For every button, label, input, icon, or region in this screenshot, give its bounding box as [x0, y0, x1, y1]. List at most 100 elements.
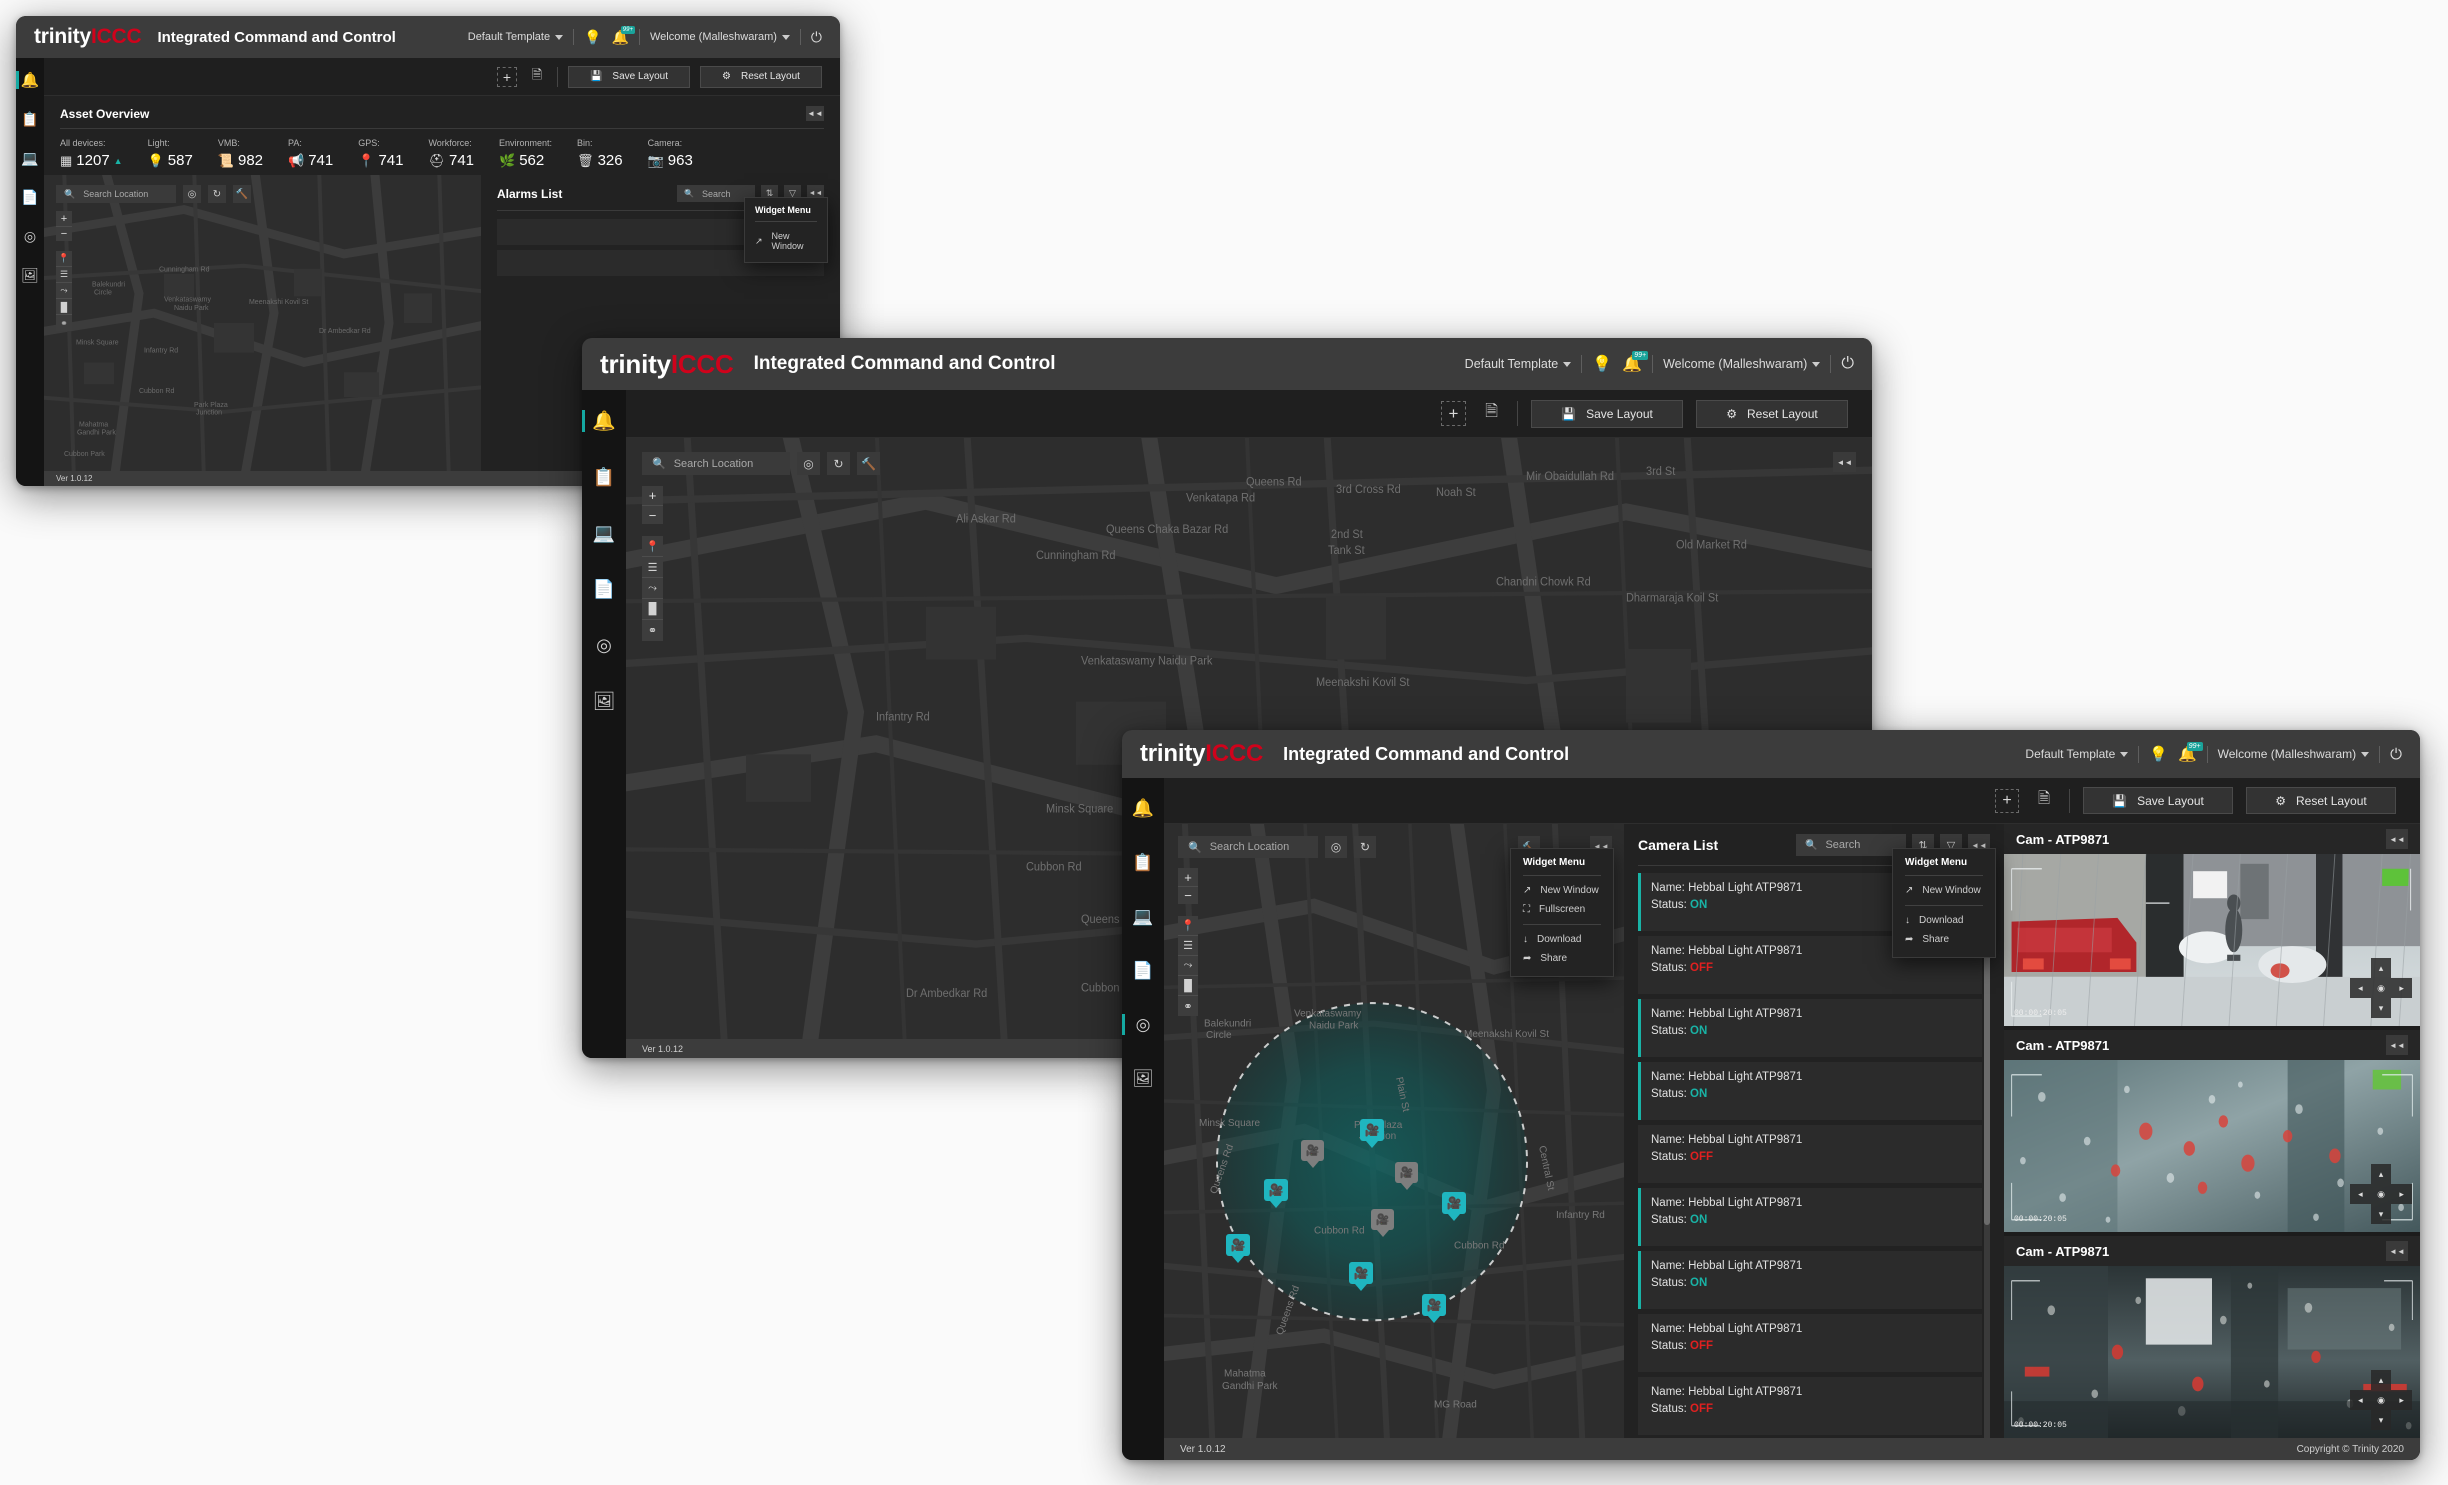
stat-item[interactable]: Light: 💡 587	[148, 138, 193, 169]
search-location-input[interactable]: 🔍 Search Location	[56, 185, 176, 203]
map-tools[interactable]: 📍 ☰ ⤳ █ ⚭	[56, 251, 72, 331]
lightbulb-icon[interactable]: 💡	[1592, 354, 1612, 374]
sidebar-item-gallery[interactable]: 🖼	[582, 686, 626, 716]
menu-item-download[interactable]: ↓ Download	[1893, 911, 1995, 930]
measure-tool-icon[interactable]: 🔨	[233, 185, 251, 203]
camera-feed-panel[interactable]: Cam - ATP9871 ◄◄	[2004, 824, 2420, 1026]
camera-marker[interactable]: 🎥	[1395, 1162, 1418, 1190]
list-item[interactable]: Name: Hebbal Light ATP9871 Status: OFF	[1638, 1125, 1982, 1183]
ptz-right-button[interactable]: ▸	[2391, 1390, 2412, 1410]
barrier-icon[interactable]: █	[1178, 976, 1198, 996]
collapse-icon[interactable]: ◄◄	[806, 106, 824, 121]
ptz-left-button[interactable]: ◂	[2350, 1390, 2371, 1410]
map-widget[interactable]: VenkataswamyNaidu Park Meenakshi Kovil S…	[1164, 824, 1624, 1438]
ptz-center-button[interactable]: ◉	[2371, 1390, 2392, 1410]
barrier-icon[interactable]: █	[56, 299, 72, 315]
geofence-icon[interactable]: ⚭	[642, 620, 663, 641]
menu-item-share[interactable]: ➦ Share	[1893, 930, 1995, 949]
reset-layout-button[interactable]: ⚙ Reset Layout	[2246, 787, 2396, 814]
window-surveillance-front[interactable]: trinityICCC Integrated Command and Contr…	[1122, 730, 2420, 1460]
geofence-icon[interactable]: ⚭	[56, 315, 72, 331]
sidebar-item-reports[interactable]: 📋	[16, 107, 44, 131]
ptz-center-button[interactable]: ◉	[2371, 1184, 2392, 1204]
search-location-input[interactable]: 🔍 Search Location	[642, 452, 790, 475]
map-widget[interactable]: VenkataswamyNaidu Park Meenakshi Kovil S…	[44, 175, 481, 471]
camera-video[interactable]: 00:00:20:05 ▴ ◂ ◉ ▸ ▾	[2004, 1266, 2420, 1438]
sidebar-item-reports[interactable]: 📋	[582, 462, 626, 492]
ptz-down-button[interactable]: ▾	[2371, 998, 2392, 1018]
map-zoom-controls[interactable]: + −	[56, 211, 72, 241]
sidebar-item-documents[interactable]: 📄	[1122, 956, 1164, 985]
add-widget-icon[interactable]: +	[1995, 789, 2019, 813]
refresh-icon[interactable]: ↻	[1354, 836, 1376, 858]
sidebar-item-devices[interactable]: 💻	[16, 146, 44, 170]
zoom-in-button[interactable]: +	[56, 211, 72, 226]
add-widget-icon[interactable]: +	[497, 67, 517, 87]
user-menu[interactable]: Welcome (Malleshwaram)	[1663, 357, 1820, 371]
ptz-controls[interactable]: ▴ ◂ ◉ ▸ ▾	[2350, 958, 2412, 1018]
map-search-bar[interactable]: 🔍 Search Location ◎ ↻ 🔨	[642, 452, 880, 475]
map-search-bar[interactable]: 🔍 Search Location ◎ ↻	[1178, 836, 1376, 858]
ptz-left-button[interactable]: ◂	[2350, 1184, 2371, 1204]
sidebar-item-devices[interactable]: 💻	[582, 518, 626, 548]
add-widget-icon[interactable]: +	[1441, 401, 1466, 426]
ptz-up-button[interactable]: ▴	[2371, 958, 2392, 978]
layers-icon[interactable]: ☰	[1178, 936, 1198, 956]
stat-item[interactable]: All devices: ▦ 1207 ▲	[60, 138, 123, 169]
menu-item-new-window[interactable]: ↗ New Window	[745, 227, 827, 255]
sidebar-item-alarms[interactable]: 🔔	[16, 68, 44, 92]
ptz-controls[interactable]: ▴ ◂ ◉ ▸ ▾	[2350, 1370, 2412, 1430]
map-tools[interactable]: 📍 ☰ ⤳ █ ⚭	[1178, 916, 1198, 1016]
camera-marker[interactable]: 🎥	[1301, 1140, 1324, 1168]
ptz-down-button[interactable]: ▾	[2371, 1204, 2392, 1224]
reset-layout-button[interactable]: ⚙ Reset Layout	[1696, 400, 1848, 428]
camera-marker[interactable]: 🎥	[1442, 1192, 1466, 1221]
widget-menu-popup-map[interactable]: Widget Menu ↗ New Window ⛶ Fullscreen ↓	[1510, 848, 1614, 977]
measure-tool-icon[interactable]: 🔨	[857, 452, 880, 475]
map-pin-icon[interactable]: 📍	[56, 251, 72, 267]
user-menu[interactable]: Welcome (Malleshwaram)	[650, 31, 790, 43]
barrier-icon[interactable]: █	[642, 599, 663, 620]
sidebar-item-alarms[interactable]: 🔔	[582, 406, 626, 436]
map-tools[interactable]: 📍 ☰ ⤳ █ ⚭	[642, 536, 663, 641]
sidebar-item-reports[interactable]: 📋	[1122, 848, 1164, 877]
route-icon[interactable]: ⤳	[1178, 956, 1198, 976]
crosshair-locate-icon[interactable]: ◎	[183, 185, 201, 203]
refresh-icon[interactable]: ↻	[827, 452, 850, 475]
stat-item[interactable]: Bin: 🗑 326	[577, 138, 623, 169]
lightbulb-icon[interactable]: 💡	[2149, 745, 2168, 763]
notification-bell-icon[interactable]: 🔔99+	[1622, 354, 1642, 374]
search-location-input[interactable]: 🔍 Search Location	[1178, 836, 1318, 858]
map-collapse-icon[interactable]: ◄◄	[1833, 452, 1856, 472]
ptz-up-button[interactable]: ▴	[2371, 1370, 2392, 1390]
list-item[interactable]: Name: Hebbal Light ATP9871 Status: ON	[1638, 1062, 1982, 1120]
collapse-icon[interactable]: ◄◄	[2386, 1241, 2408, 1261]
menu-item-download[interactable]: ↓ Download	[1511, 930, 1613, 949]
template-list-icon[interactable]: 🗎	[527, 67, 547, 87]
power-icon[interactable]: ⏻	[1841, 355, 1854, 373]
camera-marker[interactable]: 🎥	[1264, 1179, 1288, 1208]
stat-item[interactable]: GPS: 📍 741	[358, 138, 403, 169]
list-item[interactable]: Name: Hebbal Light ATP9871 Status: OFF	[1638, 1377, 1982, 1435]
layers-icon[interactable]: ☰	[642, 557, 663, 578]
menu-item-share[interactable]: ➦ Share	[1511, 949, 1613, 968]
map-zoom-controls[interactable]: + −	[642, 486, 663, 524]
lightbulb-icon[interactable]: 💡	[584, 29, 601, 46]
camera-marker[interactable]: 🎥	[1371, 1209, 1394, 1237]
ptz-controls[interactable]: ▴ ◂ ◉ ▸ ▾	[2350, 1164, 2412, 1224]
template-list-icon[interactable]: 🗎	[2032, 789, 2056, 813]
stat-item[interactable]: Workforce: ⛑ 741	[428, 138, 474, 169]
sidebar-item-gallery[interactable]: 🖼	[16, 263, 44, 287]
refresh-icon[interactable]: ↻	[208, 185, 226, 203]
camera-feed-panel[interactable]: Cam - ATP9871 ◄◄	[2004, 1030, 2420, 1232]
menu-item-fullscreen[interactable]: ⛶ Fullscreen	[1511, 900, 1613, 919]
ptz-right-button[interactable]: ▸	[2391, 1184, 2412, 1204]
list-item[interactable]: Name: Hebbal Light ATP9871 Status: ON	[1638, 1251, 1982, 1309]
power-icon[interactable]: ⏻	[811, 29, 822, 46]
save-layout-button[interactable]: 💾 Save Layout	[568, 66, 690, 88]
save-layout-button[interactable]: 💾 Save Layout	[2083, 787, 2233, 814]
stat-item[interactable]: VMB: 📜 982	[218, 138, 263, 169]
camera-marker[interactable]: 🎥	[1360, 1119, 1384, 1148]
sidebar-item-devices[interactable]: 💻	[1122, 902, 1164, 931]
template-selector[interactable]: Default Template	[468, 31, 563, 43]
